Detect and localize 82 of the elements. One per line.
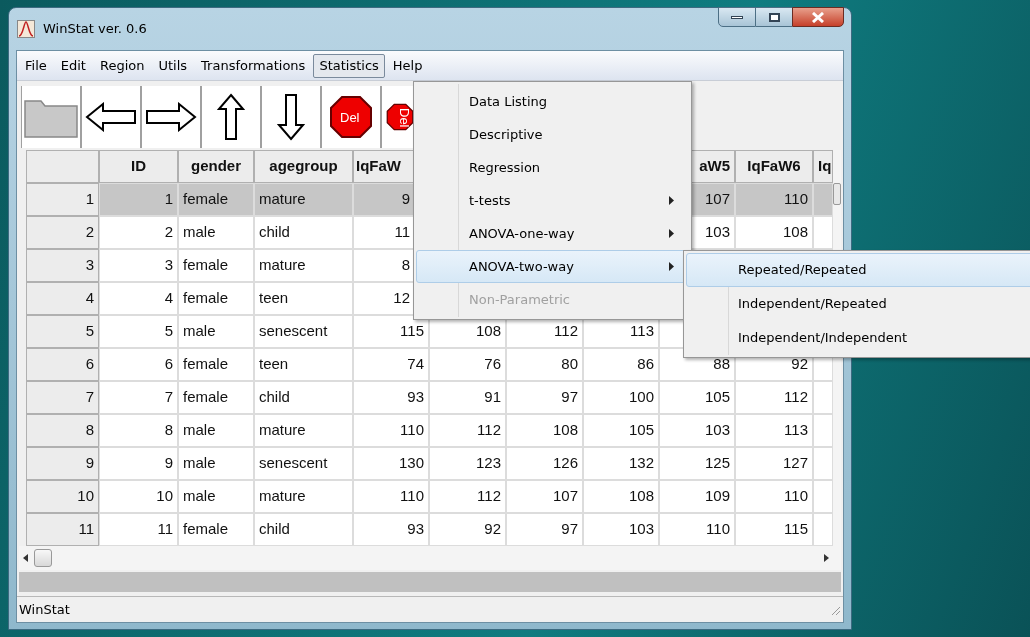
table-cell: 109 — [659, 480, 735, 513]
table-cell: male — [178, 315, 254, 348]
table-cell: child — [254, 381, 353, 414]
table-cell: 105 — [659, 381, 735, 414]
table-cell: 93 — [353, 381, 429, 414]
table-cell: female — [178, 183, 254, 216]
table-cell: 112 — [429, 414, 506, 447]
table-cell: child — [254, 216, 353, 249]
table-cell: 113 — [735, 414, 813, 447]
row-header: 8 — [26, 414, 99, 447]
table-cell: teen — [254, 348, 353, 381]
table-cell: 2 — [99, 216, 178, 249]
table-cell: 97 — [506, 513, 583, 546]
table-cell: 76 — [429, 348, 506, 381]
row-header: 3 — [26, 249, 99, 282]
table-cell: female — [178, 381, 254, 414]
table-cell: senescent — [254, 315, 353, 348]
table-cell: 115 — [735, 513, 813, 546]
table-cell: 93 — [353, 513, 429, 546]
status-text: WinStat — [19, 600, 70, 619]
row-header: 2 — [26, 216, 99, 249]
table-cell: 86 — [583, 348, 659, 381]
table-cell: teen — [254, 282, 353, 315]
table-cell: 108 — [506, 414, 583, 447]
table-cell: 91 — [429, 381, 506, 414]
table-cell: 107 — [506, 480, 583, 513]
table-cell: 4 — [99, 282, 178, 315]
row-header: 6 — [26, 348, 99, 381]
table-cell: 110 — [735, 183, 813, 216]
table-cell: 3 — [99, 249, 178, 282]
table-cell: male — [178, 480, 254, 513]
table-cell: child — [254, 513, 353, 546]
table-cell: 1 — [99, 183, 178, 216]
table-cell: female — [178, 348, 254, 381]
table-cell: 11 — [99, 513, 178, 546]
table-cell: 92 — [429, 513, 506, 546]
table-cell: male — [178, 414, 254, 447]
table-cell: 127 — [735, 447, 813, 480]
table-cell: 105 — [583, 414, 659, 447]
table-cell: 9 — [99, 447, 178, 480]
table-cell: 10 — [99, 480, 178, 513]
row-header: 5 — [26, 315, 99, 348]
table-cell: female — [178, 513, 254, 546]
table-cell: female — [178, 249, 254, 282]
table-cell: 132 — [583, 447, 659, 480]
table-cell: male — [178, 216, 254, 249]
table-cell: 108 — [583, 480, 659, 513]
table-cell: 123 — [429, 447, 506, 480]
table-cell: 112 — [429, 480, 506, 513]
table-cell: 6 — [99, 348, 178, 381]
table-cell: senescent — [254, 447, 353, 480]
row-header: 9 — [26, 447, 99, 480]
row-header: 1 — [26, 183, 99, 216]
table-cell: 110 — [353, 414, 429, 447]
table-cell: mature — [254, 183, 353, 216]
table-cell: 110 — [353, 480, 429, 513]
window-title: WinStat ver. 0.6 — [43, 20, 147, 39]
table-cell: 108 — [735, 216, 813, 249]
table-cell: 112 — [735, 381, 813, 414]
table-cell: 5 — [99, 315, 178, 348]
table-cell: 7 — [99, 381, 178, 414]
table-cell: 110 — [659, 513, 735, 546]
row-header: 7 — [26, 381, 99, 414]
table-cell: 110 — [735, 480, 813, 513]
row-header: 4 — [26, 282, 99, 315]
table-cell: 74 — [353, 348, 429, 381]
table-cell: 80 — [506, 348, 583, 381]
table-cell: 125 — [659, 447, 735, 480]
row-header: 11 — [26, 513, 99, 546]
table-cell: 130 — [353, 447, 429, 480]
table-cell: 103 — [583, 513, 659, 546]
table-cell: mature — [254, 480, 353, 513]
table-cell: 100 — [583, 381, 659, 414]
table-cell: 103 — [659, 414, 735, 447]
table-cell: 8 — [99, 414, 178, 447]
table-cell: 97 — [506, 381, 583, 414]
row-header: 10 — [26, 480, 99, 513]
table-cell: female — [178, 282, 254, 315]
table-cell: mature — [254, 249, 353, 282]
table-cell: mature — [254, 414, 353, 447]
table-cell: male — [178, 447, 254, 480]
table-cell: 126 — [506, 447, 583, 480]
